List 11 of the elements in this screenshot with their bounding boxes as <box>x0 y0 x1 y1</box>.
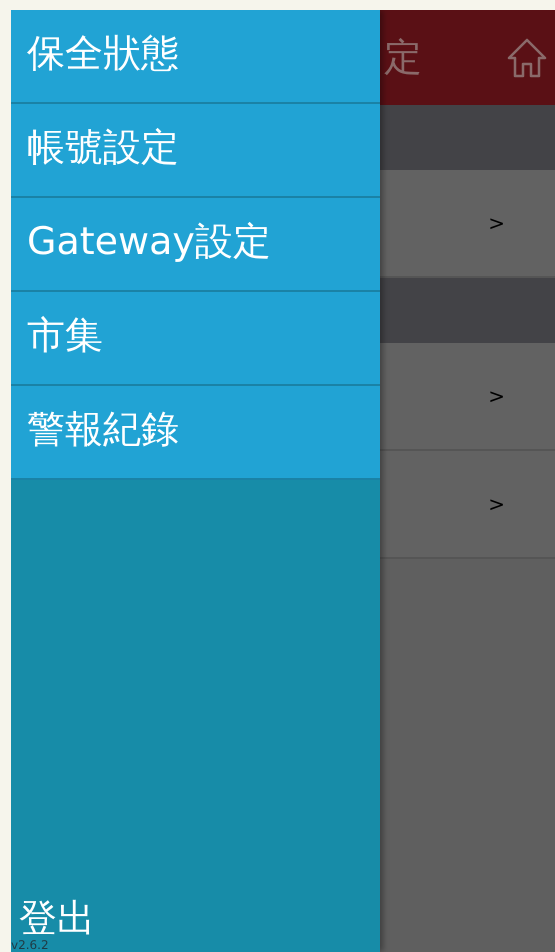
menu-item[interactable]: 警報紀錄 <box>11 386 380 480</box>
version-label: v2.6.2 <box>11 938 49 952</box>
menu-item[interactable]: 市集 <box>11 292 380 386</box>
chevron-label: > <box>488 211 505 235</box>
menu-item[interactable]: 帳號設定 <box>11 104 380 198</box>
chevron-label: > <box>488 384 505 408</box>
menu-item[interactable]: 保全狀態 <box>11 10 380 104</box>
menu-item[interactable]: Gateway設定 <box>11 198 380 292</box>
home-icon[interactable] <box>505 36 549 80</box>
chevron-label: > <box>488 492 505 516</box>
header-title: 定 <box>384 34 422 81</box>
